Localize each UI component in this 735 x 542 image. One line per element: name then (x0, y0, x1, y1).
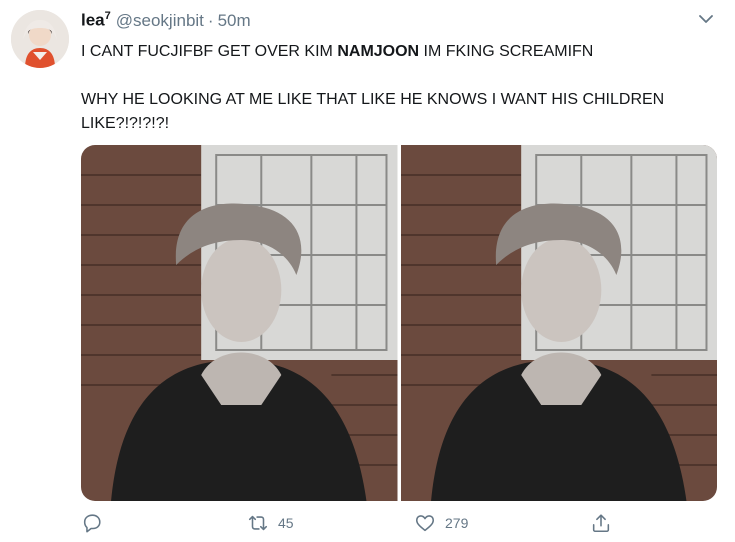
action-bar: 45 279 (0, 512, 735, 540)
like-icon (415, 515, 435, 532)
share-icon (592, 514, 610, 533)
separator-dot: · (207, 10, 214, 30)
share-button[interactable] (590, 512, 612, 534)
chevron-down-icon[interactable] (699, 14, 713, 24)
timestamp[interactable]: 50m (218, 11, 251, 31)
photo-2[interactable] (400, 145, 717, 501)
tweet-line-2: WHY HE LOOKING AT ME LIKE THAT LIKE HE K… (81, 91, 665, 132)
tweet-header: lea7 @seokjinbit · 50m (81, 10, 251, 32)
avatar[interactable] (11, 10, 69, 68)
tweet-text: I CANT FUCJIFBF GET OVER KIM NAMJOON IM … (81, 40, 721, 136)
reply-icon (83, 514, 101, 533)
retweet-count: 45 (278, 515, 294, 531)
photo-1[interactable] (81, 145, 398, 501)
reply-button[interactable] (81, 512, 112, 534)
avatar-image (11, 10, 69, 68)
tweet-line-1: I CANT FUCJIFBF GET OVER KIM NAMJOON IM … (81, 43, 594, 60)
bold-name: NAMJOON (337, 43, 420, 60)
retweet-icon (248, 515, 268, 531)
like-button[interactable]: 279 (414, 512, 468, 534)
like-count: 279 (445, 515, 469, 531)
tweet-media (81, 145, 717, 501)
retweet-button[interactable]: 45 (247, 512, 294, 534)
display-name[interactable]: lea7 (81, 10, 111, 31)
user-handle[interactable]: @seokjinbit (116, 11, 204, 31)
